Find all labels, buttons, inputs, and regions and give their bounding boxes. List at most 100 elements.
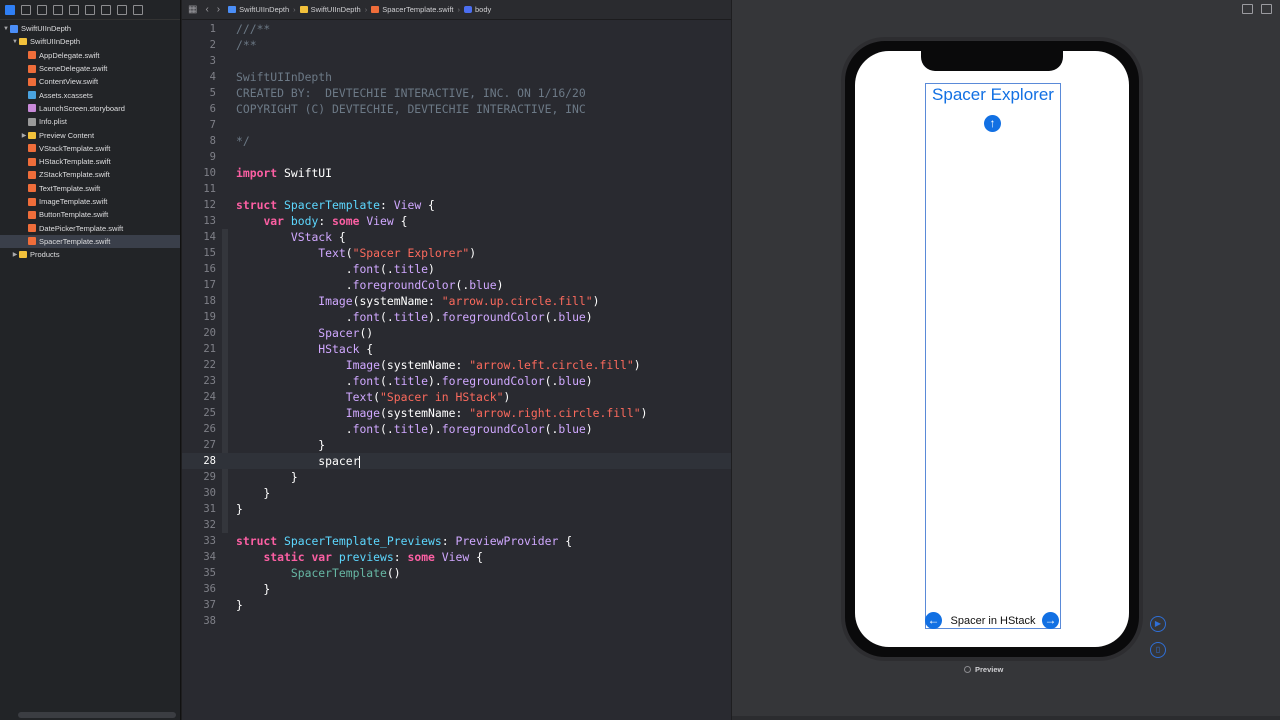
symbol-icon[interactable] [37, 4, 47, 15]
debug-icon[interactable] [101, 4, 111, 15]
breadcrumb-group[interactable]: SwiftUIInDepth [299, 5, 361, 14]
code-line[interactable]: 11 [182, 181, 731, 197]
tree-item[interactable]: Assets.xcassets [0, 88, 180, 101]
breakpoint-icon[interactable] [117, 4, 127, 15]
code-line[interactable]: 36 } [182, 581, 731, 597]
line-number: 8 [209, 135, 216, 147]
spinner-icon [964, 666, 971, 673]
filter-field[interactable] [18, 712, 176, 718]
report-icon[interactable] [133, 4, 143, 15]
code-line[interactable]: 24 Text("Spacer in HStack") [182, 389, 731, 405]
code-line[interactable]: 15 Text("Spacer Explorer") [182, 245, 731, 261]
arrow-up-circle-icon: ↑ [984, 115, 1001, 132]
code-text: Image(systemName: "arrow.right.circle.fi… [218, 405, 648, 421]
tree-item[interactable]: HStackTemplate.swift [0, 155, 180, 168]
test-icon[interactable] [85, 4, 95, 15]
code-line[interactable]: 3 [182, 53, 731, 69]
code-line[interactable]: 25 Image(systemName: "arrow.right.circle… [182, 405, 731, 421]
disclosure-closed-icon[interactable]: ▶ [20, 132, 28, 139]
code-line[interactable]: 35 SpacerTemplate() [182, 565, 731, 581]
code-token: } [236, 470, 298, 484]
tree-item[interactable]: LaunchScreen.storyboard [0, 102, 180, 115]
code-line[interactable]: 5 CREATED BY: DEVTECHIE INTERACTIVE, INC.… [182, 85, 731, 101]
issue-icon[interactable] [69, 4, 79, 15]
code-line[interactable]: 34 static var previews: some View { [182, 549, 731, 565]
code-line[interactable]: 21 HStack { [182, 341, 731, 357]
editor-options-icon[interactable] [1242, 4, 1253, 14]
code-line[interactable]: 28 spacer [182, 453, 731, 469]
code-line[interactable]: 27 } [182, 437, 731, 453]
live-preview-button[interactable]: ▶ [1150, 616, 1166, 632]
forward-icon[interactable]: › [217, 4, 220, 15]
code-line[interactable]: 22 Image(systemName: "arrow.left.circle.… [182, 357, 731, 373]
code-line[interactable]: 20 Spacer() [182, 325, 731, 341]
tree-item[interactable]: ZStackTemplate.swift [0, 168, 180, 181]
tree-item[interactable]: DatePickerTemplate.swift [0, 221, 180, 234]
navigator-toolbar [0, 0, 180, 20]
code-line[interactable]: 2 /** [182, 37, 731, 53]
tree-item[interactable]: SpacerTemplate.swift [0, 234, 180, 249]
code-line[interactable]: 6 COPYRIGHT (C) DEVTECHIE, DEVTECHIE INTE… [182, 101, 731, 117]
disclosure-open-icon[interactable]: ▼ [2, 26, 10, 32]
add-editor-icon[interactable] [1261, 4, 1272, 14]
tree-item-label: ContentView.swift [39, 77, 99, 87]
tree-item[interactable]: ▶ Products [0, 248, 180, 261]
vstack-outline[interactable]: Spacer Explorer ↑ ← Spacer in HStack → [925, 83, 1061, 629]
code-line[interactable]: 26 .font(.title).foregroundColor(.blue) [182, 421, 731, 437]
line-number: 32 [203, 519, 216, 531]
tree-item[interactable]: ContentView.swift [0, 75, 180, 88]
code-line[interactable]: 37} [182, 597, 731, 613]
code-line[interactable]: 10 import SwiftUI [182, 165, 731, 181]
tree-item[interactable]: ▶ Preview Content [0, 128, 180, 141]
folder-icon[interactable] [5, 4, 15, 15]
code-line[interactable]: 17 .foregroundColor(.blue) [182, 277, 731, 293]
breadcrumb-project[interactable]: SwiftUIInDepth [228, 5, 289, 14]
tree-item[interactable]: Info.plist [0, 115, 180, 128]
code-line[interactable]: 12 struct SpacerTemplate: View { [182, 197, 731, 213]
tree-item[interactable]: VStackTemplate.swift [0, 142, 180, 155]
source-editor: ▦ ‹ › SwiftUIInDepth › SwiftUIInDepth › … [182, 0, 731, 720]
breadcrumb-symbol[interactable]: body [463, 5, 491, 14]
disclosure-open-icon[interactable]: ▼ [11, 39, 19, 45]
code-line[interactable]: 19 .font(.title).foregroundColor(.blue) [182, 309, 731, 325]
code-token: ( [345, 246, 353, 260]
tree-item[interactable]: ▼ SwiftUIInDepth [0, 35, 180, 48]
code-token: } [236, 502, 243, 516]
code-line[interactable]: 13 var body: some View { [182, 213, 731, 229]
code-line[interactable]: 38 [182, 613, 731, 629]
code-text: SwiftUIInDepth [218, 69, 332, 85]
code-line[interactable]: 4 SwiftUIInDepth [182, 69, 731, 85]
code-area[interactable]: 1///** 2/** 3 4 SwiftUIInDepth 5 CREATED BY: D… [182, 21, 731, 720]
preview-on-device-button[interactable]: ▯ [1150, 642, 1166, 658]
code-line[interactable]: 7 [182, 117, 731, 133]
disclosure-closed-icon[interactable]: ▶ [11, 251, 19, 258]
code-token: (. [380, 422, 394, 436]
tree-item[interactable]: ButtonTemplate.swift [0, 208, 180, 221]
tree-item[interactable]: ▼ SwiftUIInDepth [0, 22, 180, 35]
code-line[interactable]: 32 [182, 517, 731, 533]
breadcrumb-file[interactable]: SpacerTemplate.swift [371, 5, 453, 14]
code-line[interactable]: 18 Image(systemName: "arrow.up.circle.fi… [182, 293, 731, 309]
line-number: 5 [209, 87, 216, 99]
source-control-icon[interactable] [21, 4, 31, 15]
tree-item[interactable]: TextTemplate.swift [0, 182, 180, 195]
code-line[interactable]: 30 } [182, 485, 731, 501]
code-line[interactable]: 29 } [182, 469, 731, 485]
code-text: .font(.title) [218, 261, 435, 277]
code-line[interactable]: 31} [182, 501, 731, 517]
code-line[interactable]: 23 .font(.title).foregroundColor(.blue) [182, 373, 731, 389]
code-line[interactable]: 16 .font(.title) [182, 261, 731, 277]
code-line[interactable]: 33 struct SpacerTemplate_Previews: Previe… [182, 533, 731, 549]
tree-item[interactable]: SceneDelegate.swift [0, 62, 180, 75]
device-screen[interactable]: Spacer Explorer ↑ ← Spacer in HStack → [855, 51, 1129, 647]
related-items-icon[interactable]: ▦ [188, 4, 197, 15]
back-icon[interactable]: ‹ [205, 4, 208, 15]
tree-item[interactable]: AppDelegate.swift [0, 49, 180, 62]
find-icon[interactable] [53, 4, 63, 15]
code-line[interactable]: 1 ///** [182, 21, 731, 37]
tree-item[interactable]: ImageTemplate.swift [0, 195, 180, 208]
code-line[interactable]: 14 VStack { [182, 229, 731, 245]
code-line[interactable]: 9 [182, 149, 731, 165]
code-line[interactable]: 8 */ [182, 133, 731, 149]
code-lines[interactable]: 1///** 2/** 3 4 SwiftUIInDepth 5 CREATED BY: D… [182, 21, 731, 629]
